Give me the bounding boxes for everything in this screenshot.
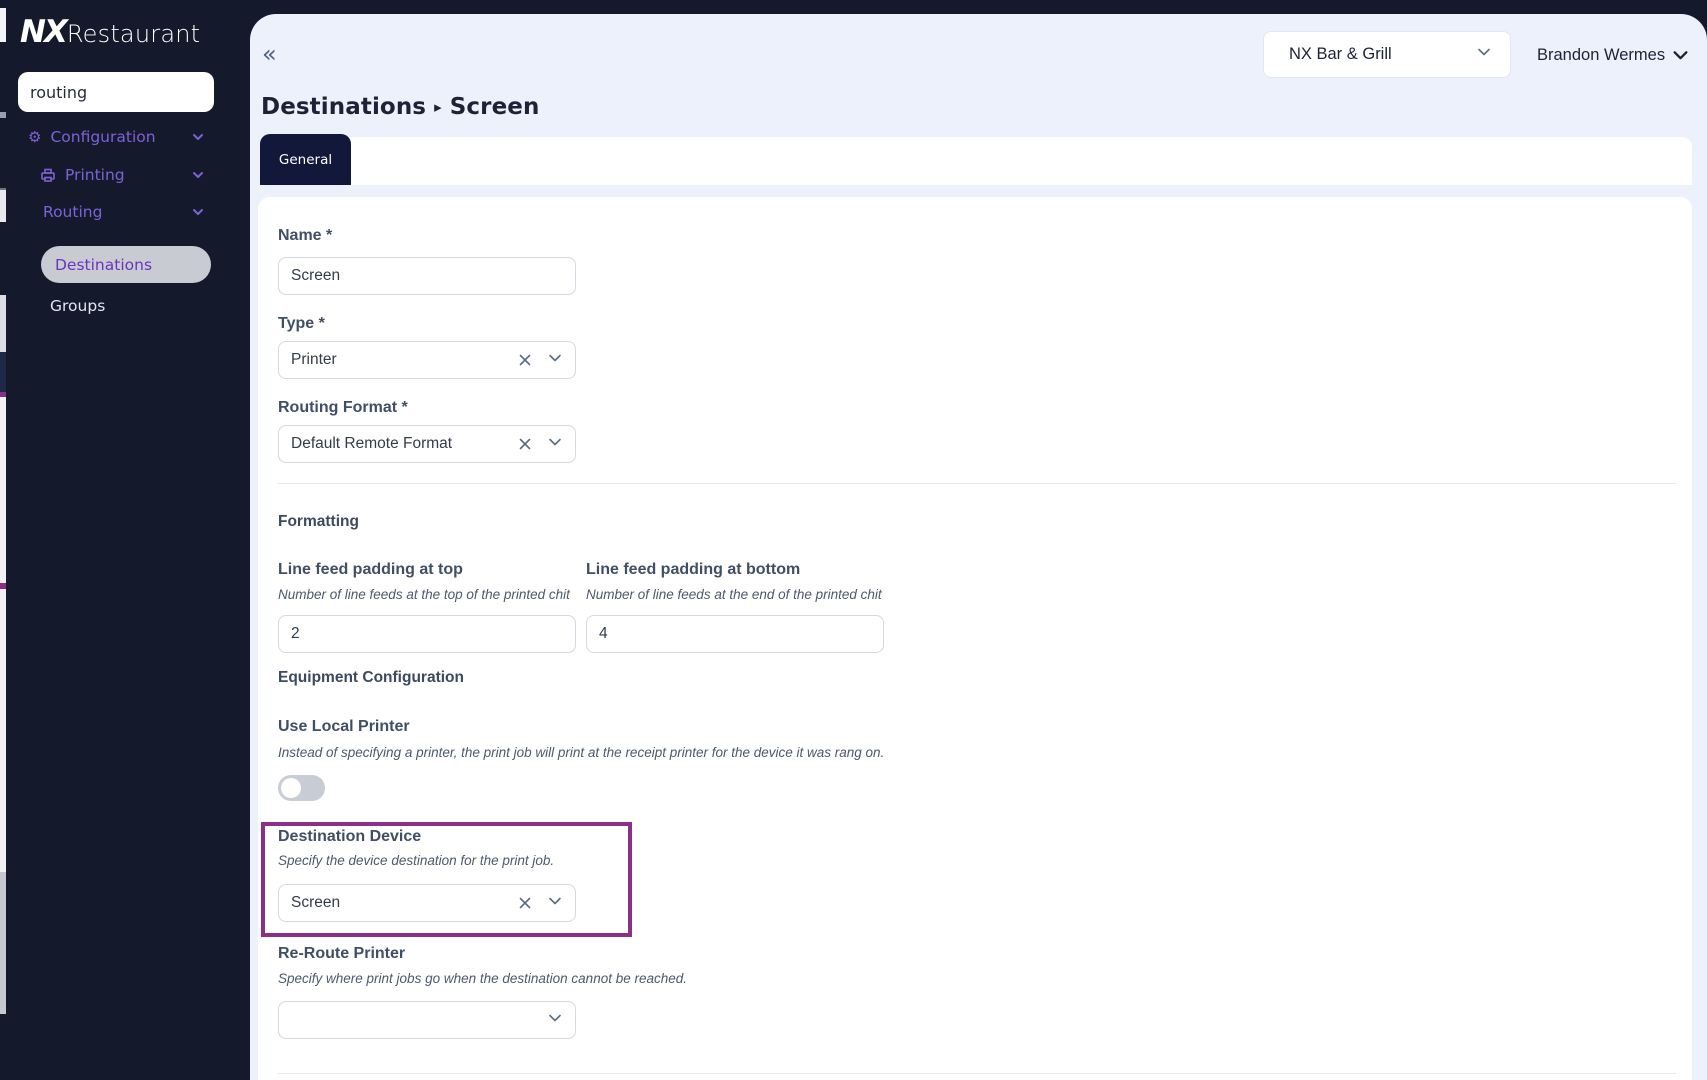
- toggle-knob: [281, 778, 301, 798]
- clear-icon[interactable]: [517, 895, 533, 911]
- tab-label: General: [278, 151, 333, 168]
- line-feed-bottom-input[interactable]: [586, 615, 884, 653]
- breadcrumb-parent: Destinations: [261, 94, 427, 120]
- user-menu[interactable]: Brandon Wermes: [1537, 42, 1689, 68]
- routing-format-select[interactable]: Default Remote Format: [278, 425, 576, 463]
- sidebar-item-groups[interactable]: Groups: [50, 297, 105, 315]
- destination-device-select-value: Screen: [291, 894, 341, 911]
- line-feed-bottom-label: Line feed padding at bottom: [586, 561, 801, 578]
- sidebar-item-routing[interactable]: Routing: [43, 199, 205, 225]
- background-page-sliver: [0, 872, 6, 1014]
- section-divider: [278, 1073, 1676, 1074]
- sidebar-item-label: Printing: [65, 166, 125, 184]
- chevron-down-icon: [191, 130, 205, 148]
- form-card: Name * Type * Printer Routing Format * D…: [258, 197, 1692, 1080]
- type-label: Type *: [278, 315, 325, 332]
- formatting-heading: Formatting: [278, 513, 359, 530]
- sidebar: NXRestaurant ⚙ Configuration Printing Ro…: [0, 0, 250, 1080]
- sidebar-item-label: Destinations: [55, 255, 153, 274]
- use-local-printer-label: Use Local Printer: [278, 718, 410, 735]
- chevron-down-icon: [191, 205, 205, 223]
- sidebar-item-configuration[interactable]: ⚙ Configuration: [28, 124, 205, 150]
- chevron-down-icon: [191, 168, 205, 186]
- clear-icon[interactable]: [517, 436, 533, 452]
- sidebar-item-label: Routing: [43, 203, 103, 221]
- reroute-printer-help: Specify where print jobs go when the des…: [278, 971, 688, 986]
- sidebar-item-label: Configuration: [50, 128, 156, 146]
- breadcrumb: Destinations ▸ Screen: [261, 94, 539, 120]
- chevron-down-icon[interactable]: [547, 434, 563, 455]
- clear-icon[interactable]: [517, 352, 533, 368]
- tab-general[interactable]: General: [260, 134, 351, 185]
- printer-icon: [40, 167, 56, 183]
- app-logo: NXRestaurant: [20, 14, 200, 50]
- sidebar-item-label: Groups: [50, 297, 106, 315]
- background-page-sliver: [0, 112, 6, 118]
- sidebar-item-printing[interactable]: Printing: [40, 162, 205, 188]
- background-page-sliver: [0, 188, 6, 222]
- destination-device-label: Destination Device: [278, 828, 422, 845]
- section-divider: [278, 483, 1676, 484]
- store-selector-value: NX Bar & Grill: [1289, 45, 1392, 63]
- main-panel: « NX Bar & Grill Brandon Wermes Destinat…: [250, 14, 1707, 1080]
- background-page-sliver: [0, 397, 6, 583]
- chevron-down-icon: [1476, 44, 1492, 65]
- background-page-sliver: [0, 295, 6, 352]
- use-local-printer-toggle[interactable]: [278, 775, 325, 801]
- line-feed-top-help: Number of line feeds at the top of the p…: [278, 587, 570, 602]
- tab-bar: [260, 137, 1692, 185]
- reroute-printer-select[interactable]: [278, 1001, 576, 1039]
- chevron-down-icon[interactable]: [547, 893, 563, 914]
- reroute-printer-label: Re-Route Printer: [278, 945, 406, 962]
- routing-format-label: Routing Format *: [278, 399, 408, 416]
- line-feed-top-input[interactable]: [278, 615, 576, 653]
- destination-device-select[interactable]: Screen: [278, 884, 576, 922]
- destination-device-help: Specify the device destination for the p…: [278, 853, 555, 868]
- collapse-sidebar-button[interactable]: «: [262, 40, 277, 68]
- name-input[interactable]: [278, 257, 576, 295]
- type-select-value: Printer: [291, 351, 337, 368]
- background-page-sliver: [0, 589, 6, 872]
- type-select[interactable]: Printer: [278, 341, 576, 379]
- breadcrumb-separator-icon: ▸: [434, 98, 442, 116]
- background-page-sliver: [0, 352, 6, 392]
- sidebar-search-input[interactable]: [18, 72, 214, 112]
- sidebar-item-destinations[interactable]: Destinations: [41, 246, 211, 283]
- logo-restaurant-text: Restaurant: [66, 20, 201, 48]
- chevron-down-icon[interactable]: [547, 350, 563, 371]
- gear-icon: ⚙: [28, 127, 42, 146]
- chevron-down-icon[interactable]: [547, 1010, 563, 1031]
- name-label: Name *: [278, 227, 333, 244]
- user-name: Brandon Wermes: [1537, 45, 1666, 64]
- routing-format-select-value: Default Remote Format: [291, 435, 453, 452]
- background-page-sliver: [0, 8, 6, 42]
- breadcrumb-current: Screen: [449, 94, 540, 120]
- equipment-configuration-heading: Equipment Configuration: [278, 669, 464, 686]
- store-selector[interactable]: NX Bar & Grill: [1263, 31, 1511, 78]
- logo-nx-mark: NX: [20, 14, 68, 50]
- line-feed-bottom-help: Number of line feeds at the end of the p…: [586, 587, 882, 602]
- line-feed-top-label: Line feed padding at top: [278, 561, 463, 578]
- use-local-printer-help: Instead of specifying a printer, the pri…: [278, 745, 885, 760]
- chevron-down-icon: [1673, 50, 1688, 59]
